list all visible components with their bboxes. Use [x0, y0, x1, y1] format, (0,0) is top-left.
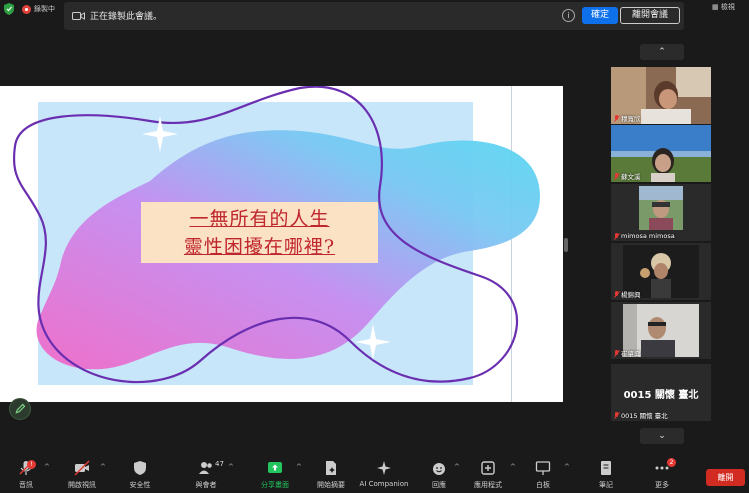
- summary-icon: [326, 461, 336, 475]
- notes-label: 筆記: [599, 481, 613, 489]
- mic-muted-icon: [614, 114, 619, 122]
- gallery-up-button[interactable]: ⌃: [640, 44, 684, 60]
- shared-screen: 一無所有的人生 靈性困擾在哪裡?: [0, 86, 563, 402]
- meeting-toolbar: ! 音訊 ^ 開啟視訊 ^ 安全性 47 與會者 ^ 分享畫面 ^ 開始摘要 A…: [0, 455, 749, 493]
- participant-name: 蘇文溪: [621, 173, 641, 181]
- apps-button[interactable]: 應用程式: [460, 460, 516, 490]
- participants-label: 與會者: [195, 481, 217, 489]
- ai-companion-label: AI Companion: [359, 480, 409, 488]
- ai-companion-button[interactable]: AI Companion: [356, 460, 412, 488]
- more-button[interactable]: 2 更多: [634, 458, 690, 490]
- video-tile[interactable]: 崔肇興: [611, 302, 711, 359]
- mic-muted-icon: [614, 172, 619, 180]
- whiteboard-icon: [535, 461, 551, 475]
- ai-companion-icon: [377, 461, 391, 475]
- apps-label: 應用程式: [474, 481, 502, 489]
- mic-muted-icon: [614, 349, 619, 357]
- participant-name: 崔肇興: [621, 350, 641, 358]
- view-grid-icon: ▦: [712, 3, 719, 11]
- record-icon: [22, 4, 31, 14]
- audio-warning-badge: !: [27, 460, 36, 469]
- recording-notice-text: 正在錄製此會議。: [90, 12, 163, 22]
- top-bar: 錄製中 正在錄製此會議。 i 確定 離開會議 ▦ 檢視: [0, 0, 749, 30]
- slide-title-line1: 一無所有的人生: [189, 208, 330, 230]
- mic-muted-icon: [614, 290, 619, 298]
- splitter-handle[interactable]: [564, 238, 568, 252]
- start-video-label: 開啟視訊: [68, 481, 96, 489]
- participant-label: mimosa mimosa: [614, 232, 675, 240]
- video-options-caret[interactable]: ^: [100, 463, 106, 471]
- recording-indicator[interactable]: 錄製中: [22, 2, 66, 16]
- reaction-icon: [433, 463, 445, 475]
- ok-button[interactable]: 確定: [582, 7, 618, 24]
- share-screen-label: 分享畫面: [261, 481, 289, 489]
- participant-label: 穆寬欣: [614, 113, 641, 123]
- participant-label: 蘇文溪: [614, 171, 641, 181]
- start-summary-label: 開始摘要: [317, 481, 345, 489]
- audio-label: 音訊: [19, 481, 33, 489]
- participant-label: 崔肇興: [614, 348, 641, 358]
- view-label: 檢視: [720, 3, 735, 11]
- gallery-down-button[interactable]: ⌄: [640, 428, 684, 444]
- recording-notice-bar: 正在錄製此會議。 i 確定 離開會議: [64, 2, 684, 30]
- participant-display-name: 0015 關懷 臺北: [623, 390, 699, 401]
- view-button[interactable]: ▦ 檢視: [712, 2, 735, 12]
- video-tile[interactable]: 0015 關懷 臺北 0015 關懷 臺北: [611, 364, 711, 421]
- share-options-caret[interactable]: ^: [296, 463, 302, 471]
- reactions-label: 回應: [432, 481, 446, 489]
- info-icon[interactable]: i: [562, 9, 575, 22]
- slide-title-box: 一無所有的人生 靈性困擾在哪裡?: [141, 202, 378, 263]
- participants-count: 47: [215, 460, 224, 468]
- video-tile[interactable]: mimosa mimosa: [611, 184, 711, 241]
- video-off-icon: [74, 460, 90, 476]
- mic-muted-icon: [614, 411, 619, 419]
- participant-label: 0015 關懷 臺北: [614, 410, 668, 420]
- participant-label: 楊錦興: [614, 289, 641, 299]
- participant-name: 0015 關懷 臺北: [621, 412, 668, 420]
- pencil-icon: [15, 403, 26, 414]
- audio-options-caret[interactable]: ^: [44, 463, 50, 471]
- security-button[interactable]: 安全性: [112, 460, 168, 490]
- participants-button[interactable]: 47 與會者: [178, 460, 234, 490]
- leave-meeting-button[interactable]: 離開會議: [620, 7, 680, 24]
- annotate-button[interactable]: [9, 398, 31, 420]
- share-screen-icon: [268, 462, 282, 473]
- security-label: 安全性: [129, 481, 151, 489]
- more-label: 更多: [655, 481, 669, 489]
- notes-button[interactable]: 筆記: [578, 460, 634, 490]
- chevron-up-icon: ⌃: [658, 47, 666, 57]
- more-notification-badge: 2: [667, 458, 676, 467]
- video-tile[interactable]: 穆寬欣: [611, 67, 711, 124]
- start-summary-button[interactable]: 開始摘要: [303, 460, 359, 490]
- apps-icon: [481, 461, 495, 475]
- participants-options-caret[interactable]: ^: [228, 463, 234, 471]
- leave-button[interactable]: 離開: [706, 469, 745, 486]
- mic-muted-icon: [614, 232, 619, 240]
- video-tile[interactable]: 楊錦興: [611, 243, 711, 300]
- participant-name: mimosa mimosa: [621, 232, 675, 240]
- video-tile[interactable]: 蘇文溪: [611, 125, 711, 182]
- share-screen-button[interactable]: 分享畫面: [247, 460, 303, 490]
- shield-icon[interactable]: [4, 3, 14, 15]
- shield-icon: [134, 461, 146, 475]
- whiteboard-label: 白板: [536, 481, 550, 489]
- notes-icon: [601, 461, 611, 475]
- slide-title-line2: 靈性困擾在哪裡?: [183, 236, 336, 258]
- participant-name: 楊錦興: [621, 291, 641, 299]
- reactions-options-caret[interactable]: ^: [454, 463, 460, 471]
- chevron-down-icon: ⌄: [658, 431, 666, 441]
- whiteboard-button[interactable]: 白板: [515, 460, 571, 490]
- recording-label: 錄製中: [34, 5, 55, 13]
- participant-name: 穆寬欣: [621, 115, 641, 123]
- whiteboard-options-caret[interactable]: ^: [564, 463, 570, 471]
- participants-icon: [199, 462, 212, 474]
- recording-camera-icon: [72, 12, 85, 20]
